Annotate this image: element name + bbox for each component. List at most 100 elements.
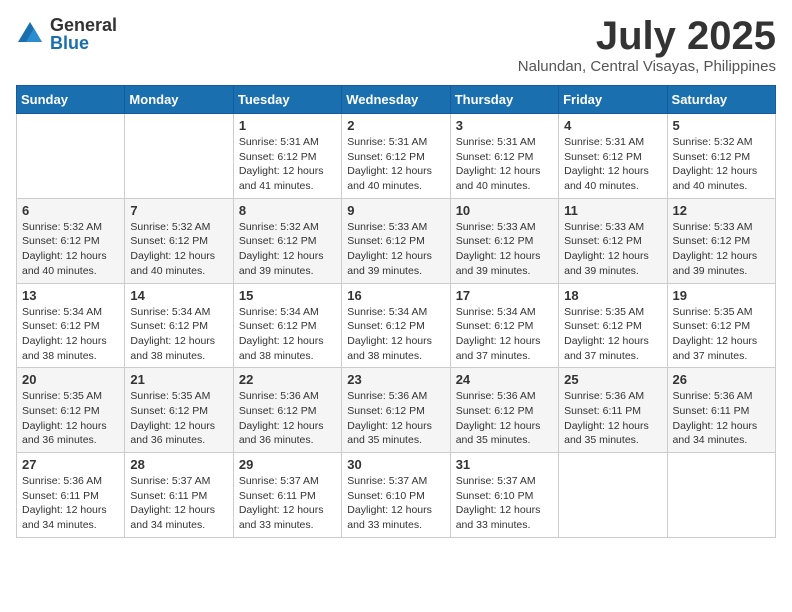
day-info: Sunrise: 5:32 AM Sunset: 6:12 PM Dayligh… (22, 220, 119, 279)
day-number: 27 (22, 457, 119, 472)
calendar-cell: 7 Sunrise: 5:32 AM Sunset: 6:12 PM Daylig… (125, 198, 233, 283)
day-info: Sunrise: 5:34 AM Sunset: 6:12 PM Dayligh… (130, 305, 227, 364)
calendar-cell: 25 Sunrise: 5:36 AM Sunset: 6:11 PM Dayli… (559, 368, 667, 453)
calendar-week-row: 20 Sunrise: 5:35 AM Sunset: 6:12 PM Dayli… (17, 368, 776, 453)
calendar-cell: 9 Sunrise: 5:33 AM Sunset: 6:12 PM Daylig… (342, 198, 450, 283)
day-info: Sunrise: 5:31 AM Sunset: 6:12 PM Dayligh… (347, 135, 444, 194)
calendar-cell: 14 Sunrise: 5:34 AM Sunset: 6:12 PM Dayli… (125, 283, 233, 368)
day-info: Sunrise: 5:37 AM Sunset: 6:11 PM Dayligh… (239, 474, 336, 533)
logo-text: General Blue (50, 16, 117, 52)
day-number: 14 (130, 288, 227, 303)
day-info: Sunrise: 5:31 AM Sunset: 6:12 PM Dayligh… (456, 135, 553, 194)
day-number: 19 (673, 288, 770, 303)
calendar-cell: 21 Sunrise: 5:35 AM Sunset: 6:12 PM Dayli… (125, 368, 233, 453)
day-number: 16 (347, 288, 444, 303)
calendar-cell (559, 453, 667, 538)
day-info: Sunrise: 5:36 AM Sunset: 6:12 PM Dayligh… (239, 389, 336, 448)
day-info: Sunrise: 5:34 AM Sunset: 6:12 PM Dayligh… (347, 305, 444, 364)
calendar-cell: 10Sunrise: 5:33 AM Sunset: 6:12 PM Dayli… (450, 198, 558, 283)
calendar-cell: 6Sunrise: 5:32 AM Sunset: 6:12 PM Daylig… (17, 198, 125, 283)
day-number: 13 (22, 288, 119, 303)
day-number: 29 (239, 457, 336, 472)
day-number: 11 (564, 203, 661, 218)
calendar-cell: 27Sunrise: 5:36 AM Sunset: 6:11 PM Dayli… (17, 453, 125, 538)
day-info: Sunrise: 5:32 AM Sunset: 6:12 PM Dayligh… (673, 135, 770, 194)
day-number: 18 (564, 288, 661, 303)
day-number: 1 (239, 118, 336, 133)
day-info: Sunrise: 5:32 AM Sunset: 6:12 PM Dayligh… (130, 220, 227, 279)
calendar-cell: 18 Sunrise: 5:35 AM Sunset: 6:12 PM Dayli… (559, 283, 667, 368)
logo: General Blue (16, 16, 117, 52)
calendar-week-row: 27Sunrise: 5:36 AM Sunset: 6:11 PM Dayli… (17, 453, 776, 538)
day-number: 28 (130, 457, 227, 472)
day-number: 2 (347, 118, 444, 133)
logo-general: General (50, 16, 117, 34)
calendar-cell: 19 Sunrise: 5:35 AM Sunset: 6:12 PM Dayli… (667, 283, 775, 368)
day-info: Sunrise: 5:35 AM Sunset: 6:12 PM Dayligh… (673, 305, 770, 364)
day-info: Sunrise: 5:34 AM Sunset: 6:12 PM Dayligh… (239, 305, 336, 364)
calendar-cell (17, 114, 125, 199)
day-info: Sunrise: 5:37 AM Sunset: 6:10 PM Dayligh… (456, 474, 553, 533)
day-info: Sunrise: 5:34 AM Sunset: 6:12 PM Dayligh… (456, 305, 553, 364)
calendar-week-row: 6Sunrise: 5:32 AM Sunset: 6:12 PM Daylig… (17, 198, 776, 283)
logo-icon (16, 20, 44, 48)
day-number: 25 (564, 372, 661, 387)
day-number: 20 (22, 372, 119, 387)
day-info: Sunrise: 5:35 AM Sunset: 6:12 PM Dayligh… (564, 305, 661, 364)
day-info: Sunrise: 5:31 AM Sunset: 6:12 PM Dayligh… (239, 135, 336, 194)
day-number: 7 (130, 203, 227, 218)
day-number: 4 (564, 118, 661, 133)
calendar-cell: 26Sunrise: 5:36 AM Sunset: 6:11 PM Dayli… (667, 368, 775, 453)
day-info: Sunrise: 5:37 AM Sunset: 6:10 PM Dayligh… (347, 474, 444, 533)
day-info: Sunrise: 5:35 AM Sunset: 6:12 PM Dayligh… (130, 389, 227, 448)
calendar-cell: 5 Sunrise: 5:32 AM Sunset: 6:12 PM Daylig… (667, 114, 775, 199)
day-number: 30 (347, 457, 444, 472)
day-number: 3 (456, 118, 553, 133)
day-info: Sunrise: 5:36 AM Sunset: 6:11 PM Dayligh… (673, 389, 770, 448)
day-info: Sunrise: 5:33 AM Sunset: 6:12 PM Dayligh… (673, 220, 770, 279)
day-header: Saturday (667, 86, 775, 114)
day-header: Monday (125, 86, 233, 114)
day-info: Sunrise: 5:36 AM Sunset: 6:12 PM Dayligh… (347, 389, 444, 448)
calendar-cell: 30 Sunrise: 5:37 AM Sunset: 6:10 PM Dayli… (342, 453, 450, 538)
calendar-header-row: SundayMondayTuesdayWednesdayThursdayFrid… (17, 86, 776, 114)
calendar-cell: 29 Sunrise: 5:37 AM Sunset: 6:11 PM Dayli… (233, 453, 341, 538)
day-number: 31 (456, 457, 553, 472)
day-info: Sunrise: 5:33 AM Sunset: 6:12 PM Dayligh… (347, 220, 444, 279)
calendar-cell: 20 Sunrise: 5:35 AM Sunset: 6:12 PM Dayli… (17, 368, 125, 453)
day-info: Sunrise: 5:31 AM Sunset: 6:12 PM Dayligh… (564, 135, 661, 194)
day-header: Sunday (17, 86, 125, 114)
day-info: Sunrise: 5:33 AM Sunset: 6:12 PM Dayligh… (456, 220, 553, 279)
calendar-cell: 13 Sunrise: 5:34 AM Sunset: 6:12 PM Dayli… (17, 283, 125, 368)
day-number: 21 (130, 372, 227, 387)
calendar-cell: 23 Sunrise: 5:36 AM Sunset: 6:12 PM Dayli… (342, 368, 450, 453)
day-info: Sunrise: 5:36 AM Sunset: 6:11 PM Dayligh… (564, 389, 661, 448)
day-number: 15 (239, 288, 336, 303)
month-title: July 2025 (518, 16, 776, 56)
page-header: General Blue July 2025 Nalundan, Central… (16, 16, 776, 75)
calendar-cell: 16 Sunrise: 5:34 AM Sunset: 6:12 PM Dayli… (342, 283, 450, 368)
calendar-cell: 22 Sunrise: 5:36 AM Sunset: 6:12 PM Dayli… (233, 368, 341, 453)
calendar-week-row: 1 Sunrise: 5:31 AM Sunset: 6:12 PM Daylig… (17, 114, 776, 199)
day-header: Friday (559, 86, 667, 114)
day-info: Sunrise: 5:32 AM Sunset: 6:12 PM Dayligh… (239, 220, 336, 279)
day-number: 17 (456, 288, 553, 303)
calendar-cell (125, 114, 233, 199)
calendar-cell: 17 Sunrise: 5:34 AM Sunset: 6:12 PM Dayli… (450, 283, 558, 368)
calendar-cell: 8Sunrise: 5:32 AM Sunset: 6:12 PM Daylig… (233, 198, 341, 283)
day-number: 5 (673, 118, 770, 133)
day-info: Sunrise: 5:35 AM Sunset: 6:12 PM Dayligh… (22, 389, 119, 448)
day-header: Thursday (450, 86, 558, 114)
calendar-cell: 1 Sunrise: 5:31 AM Sunset: 6:12 PM Daylig… (233, 114, 341, 199)
calendar-cell: 11Sunrise: 5:33 AM Sunset: 6:12 PM Dayli… (559, 198, 667, 283)
day-number: 23 (347, 372, 444, 387)
day-number: 24 (456, 372, 553, 387)
day-number: 9 (347, 203, 444, 218)
title-area: July 2025 Nalundan, Central Visayas, Phi… (518, 16, 776, 75)
calendar-table: SundayMondayTuesdayWednesdayThursdayFrid… (16, 85, 776, 538)
calendar-cell: 24 Sunrise: 5:36 AM Sunset: 6:12 PM Dayli… (450, 368, 558, 453)
day-info: Sunrise: 5:36 AM Sunset: 6:12 PM Dayligh… (456, 389, 553, 448)
logo-blue: Blue (50, 34, 117, 52)
day-info: Sunrise: 5:34 AM Sunset: 6:12 PM Dayligh… (22, 305, 119, 364)
day-number: 22 (239, 372, 336, 387)
